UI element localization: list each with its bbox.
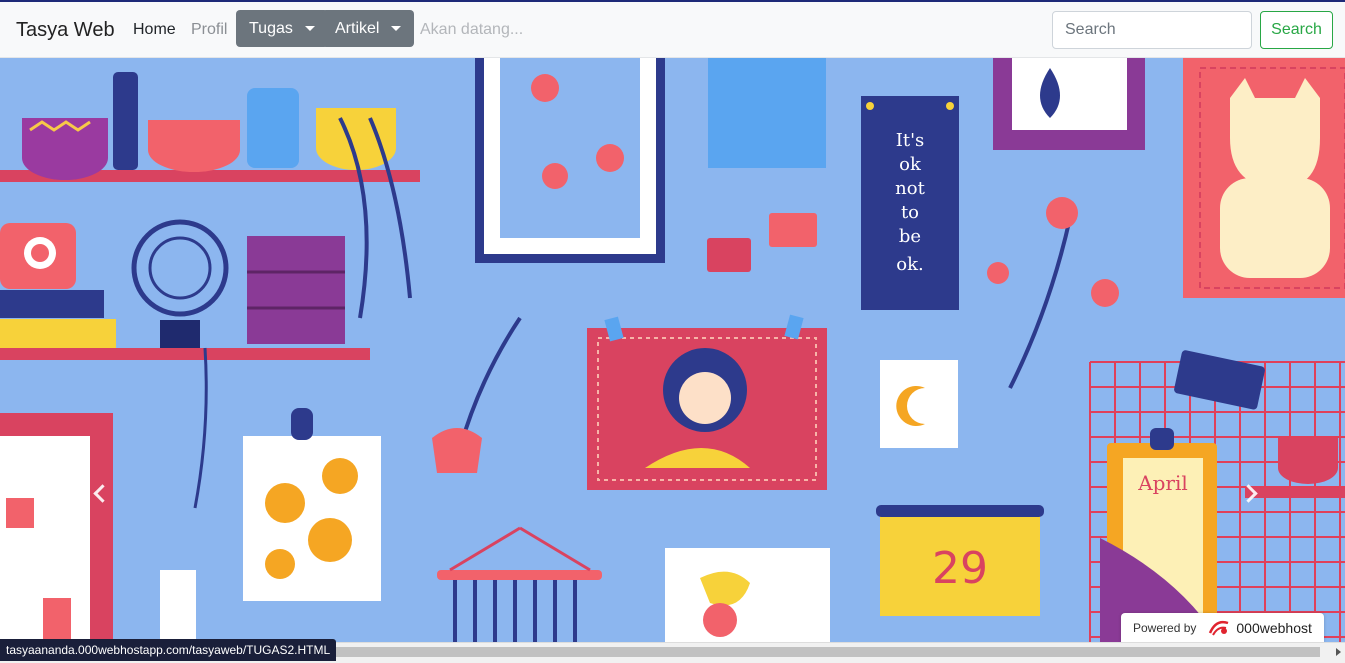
tugas-label: Tugas <box>249 19 293 37</box>
chevron-right-icon <box>1238 483 1258 503</box>
search-button[interactable]: Search <box>1260 11 1333 49</box>
chevron-left-icon <box>92 483 112 503</box>
status-bar-url: tasyaananda.000webhostapp.com/tasyaweb/T… <box>0 639 337 661</box>
navbar: Tasya Web Home Profil Tugas Artikel Akan… <box>0 2 1345 58</box>
carousel-illustration: It's ok not to be ok. 29 April <box>0 58 1345 642</box>
carousel-next-control[interactable] <box>1218 468 1278 518</box>
scroll-right-icon[interactable] <box>1336 648 1341 656</box>
svg-text:not: not <box>895 178 925 199</box>
clipboard-text: April <box>1137 471 1188 495</box>
svg-text:It's: It's <box>896 130 925 151</box>
nav-home[interactable]: Home <box>133 21 176 39</box>
calendar-day-text: 29 <box>932 543 988 594</box>
scrollbar-thumb[interactable] <box>325 647 1320 657</box>
nav-coming-soon: Akan datang... <box>420 21 524 38</box>
svg-text:ok.: ok. <box>896 254 923 275</box>
carousel: It's ok not to be ok. 29 April <box>0 58 1345 642</box>
powered-by-label: Powered by <box>1133 620 1197 635</box>
artikel-label: Artikel <box>335 19 380 37</box>
brand-logo[interactable]: Tasya Web <box>16 19 115 42</box>
svg-text:ok: ok <box>899 154 922 175</box>
artikel-dropdown-button[interactable]: Artikel <box>322 10 415 47</box>
caret-down-icon <box>304 26 315 31</box>
host-name: 000webhost <box>1236 619 1312 636</box>
svg-text:to: to <box>901 202 919 223</box>
powered-by-badge[interactable]: Powered by 000webhost <box>1121 613 1324 642</box>
svg-text:be: be <box>899 226 921 247</box>
carousel-prev-control[interactable] <box>72 468 132 518</box>
tugas-dropdown-button[interactable]: Tugas <box>236 10 328 47</box>
search-input[interactable] <box>1052 11 1252 49</box>
webhost-logo-icon <box>1209 620 1229 636</box>
caret-down-icon <box>391 26 402 31</box>
nav-profil[interactable]: Profil <box>191 21 227 39</box>
